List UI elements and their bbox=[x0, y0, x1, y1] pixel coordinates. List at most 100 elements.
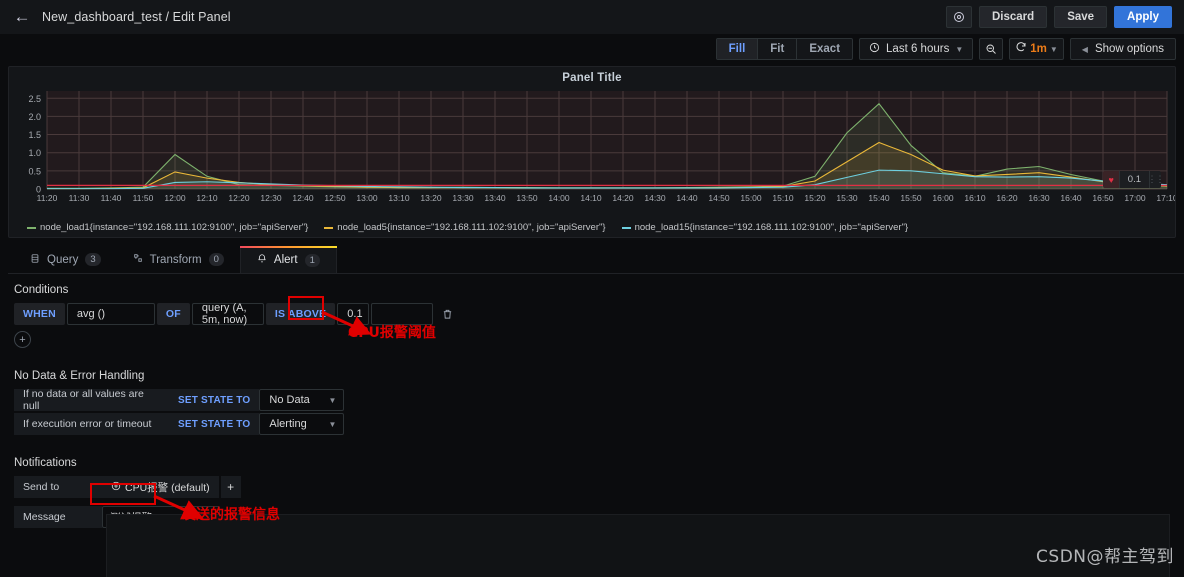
gear-icon[interactable] bbox=[946, 6, 972, 28]
svg-text:16:00: 16:00 bbox=[932, 193, 954, 203]
exec-error-row: If execution error or timeout SET STATE … bbox=[14, 413, 1170, 435]
database-icon bbox=[30, 253, 40, 267]
tab-query[interactable]: Query 3 bbox=[14, 246, 117, 273]
threshold-drag-grip[interactable]: ⋮⋮ bbox=[1148, 171, 1161, 188]
reducer-input[interactable]: avg () bbox=[66, 303, 155, 325]
send-to-label: Send to bbox=[14, 476, 102, 498]
svg-text:14:20: 14:20 bbox=[612, 193, 634, 203]
svg-text:14:50: 14:50 bbox=[708, 193, 730, 203]
svg-text:12:10: 12:10 bbox=[196, 193, 218, 203]
svg-text:15:30: 15:30 bbox=[836, 193, 858, 203]
clock-icon bbox=[869, 42, 880, 56]
svg-text:16:20: 16:20 bbox=[996, 193, 1018, 203]
query-input[interactable]: query (A, 5m, now) bbox=[191, 302, 264, 326]
no-data-handling-title: No Data & Error Handling bbox=[14, 370, 145, 382]
no-data-row: If no data or all values are null SET ST… bbox=[14, 388, 1170, 412]
svg-text:13:10: 13:10 bbox=[388, 193, 410, 203]
svg-text:15:10: 15:10 bbox=[772, 193, 794, 203]
fill-button[interactable]: Fill bbox=[716, 39, 759, 59]
size-mode-segment: Fill Fit Exact bbox=[715, 38, 854, 60]
no-data-state-select[interactable]: No Data ▼ bbox=[259, 389, 345, 411]
discard-button[interactable]: Discard bbox=[979, 6, 1048, 28]
time-range-picker[interactable]: Last 6 hours ▼ bbox=[859, 38, 974, 60]
exec-error-label: If execution error or timeout bbox=[14, 413, 169, 435]
svg-text:11:20: 11:20 bbox=[37, 193, 58, 203]
exec-error-state-value: Alerting bbox=[269, 418, 307, 430]
legend-color-swatch bbox=[27, 226, 36, 229]
threshold-handle-value[interactable]: 0.1 bbox=[1118, 171, 1149, 188]
chart-svg: 00.51.01.52.02.511:20 11:30 11:40 11:50 12:0… bbox=[28, 91, 1178, 203]
notification-channel-chip[interactable]: CPU报警 (default) bbox=[102, 476, 219, 498]
send-to-row: Send to CPU报警 (default) + bbox=[14, 476, 1170, 498]
chevron-down-icon: ▼ bbox=[328, 395, 337, 405]
refresh-control[interactable]: 1m ▼ bbox=[1009, 38, 1064, 60]
bell-outline-icon bbox=[111, 481, 121, 494]
exact-button[interactable]: Exact bbox=[797, 39, 852, 59]
message-label: Message bbox=[14, 506, 102, 528]
legend-color-swatch bbox=[621, 226, 631, 229]
panel-toolbar: Fill Fit Exact Last 6 hours ▼ 1m ▼ ◀ Sho… bbox=[0, 34, 1184, 64]
conditions-title: Conditions bbox=[14, 284, 69, 296]
tab-alert[interactable]: Alert 1 bbox=[239, 246, 337, 273]
legend-label: node_load15{instance="192.168.111.102:91… bbox=[634, 222, 909, 233]
svg-text:12:30: 12:30 bbox=[260, 193, 282, 203]
svg-text:2.5: 2.5 bbox=[28, 94, 41, 104]
message-textarea[interactable] bbox=[106, 514, 1170, 577]
evaluator-label[interactable]: IS ABOVE bbox=[265, 303, 336, 325]
tab-alert-count: 1 bbox=[304, 253, 320, 267]
svg-text:12:40: 12:40 bbox=[292, 193, 314, 203]
svg-text:14:10: 14:10 bbox=[580, 193, 602, 203]
svg-text:13:50: 13:50 bbox=[516, 193, 538, 203]
svg-text:17:10: 17:10 bbox=[1156, 193, 1175, 203]
notifications-block: Send to CPU报警 (default) + Message 测试报警 bbox=[14, 476, 1170, 577]
when-label: WHEN bbox=[14, 303, 65, 325]
back-arrow-icon[interactable]: ← bbox=[8, 3, 36, 31]
exec-error-set-state-label: SET STATE TO bbox=[169, 413, 260, 435]
chevron-left-icon: ◀ bbox=[1081, 44, 1088, 54]
chart-plot-area[interactable]: 0 0.5 1.0 1.5 2.0 2.5 11:20 11:30 11:40 11:50 12:0… bbox=[9, 85, 1178, 207]
threshold-second-input[interactable] bbox=[371, 303, 434, 325]
svg-text:14:30: 14:30 bbox=[644, 193, 666, 203]
chart-legend: node_load1{instance="192.168.111.102:910… bbox=[9, 222, 1175, 233]
condition-row: WHEN avg () OF query (A, 5m, now) IS ABO… bbox=[14, 302, 1170, 326]
svg-text:1.5: 1.5 bbox=[28, 130, 41, 140]
show-options-button[interactable]: ◀ Show options bbox=[1069, 38, 1176, 60]
tab-query-label: Query bbox=[47, 253, 79, 266]
svg-text:16:30: 16:30 bbox=[1028, 193, 1050, 203]
save-button[interactable]: Save bbox=[1054, 6, 1108, 28]
legend-item[interactable]: node_load5{instance="192.168.111.102:910… bbox=[324, 222, 606, 233]
svg-text:1.0: 1.0 bbox=[28, 148, 41, 158]
threshold-input[interactable]: 0.1 bbox=[337, 303, 370, 325]
bell-icon bbox=[257, 253, 267, 267]
svg-text:16:40: 16:40 bbox=[1060, 193, 1082, 203]
apply-button[interactable]: Apply bbox=[1114, 6, 1172, 28]
svg-text:15:50: 15:50 bbox=[900, 193, 922, 203]
show-options-label: Show options bbox=[1094, 43, 1164, 55]
svg-text:16:10: 16:10 bbox=[964, 193, 986, 203]
legend-item[interactable]: node_load1{instance="192.168.111.102:910… bbox=[27, 222, 308, 233]
svg-text:0.5: 0.5 bbox=[28, 166, 41, 176]
threshold-handle[interactable]: ♥ 0.1 ⋮⋮ bbox=[1103, 171, 1161, 188]
tab-transform[interactable]: Transform 0 bbox=[117, 246, 240, 273]
trash-icon[interactable] bbox=[435, 303, 459, 325]
svg-text:12:20: 12:20 bbox=[228, 193, 250, 203]
alert-editor: Conditions WHEN avg () OF query (A, 5m, … bbox=[0, 274, 1184, 577]
legend-item[interactable]: node_load15{instance="192.168.111.102:91… bbox=[621, 222, 909, 233]
svg-text:15:00: 15:00 bbox=[740, 193, 762, 203]
exec-error-state-select[interactable]: Alerting ▼ bbox=[259, 413, 345, 435]
zoom-out-button[interactable] bbox=[979, 38, 1004, 60]
refresh-icon bbox=[1015, 40, 1027, 58]
editor-tabs: Query 3 Transform 0 Alert 1 bbox=[8, 246, 1184, 274]
alert-heart-icon: ♥ bbox=[1103, 171, 1119, 188]
add-channel-button[interactable]: + bbox=[220, 476, 241, 498]
time-range-label: Last 6 hours bbox=[886, 43, 950, 55]
chevron-down-icon: ▼ bbox=[328, 419, 337, 429]
no-data-label: If no data or all values are null bbox=[14, 388, 169, 412]
tab-query-count: 3 bbox=[85, 253, 101, 266]
add-condition-button[interactable]: + bbox=[14, 331, 31, 348]
svg-text:14:00: 14:00 bbox=[548, 193, 570, 203]
graph-panel: Panel Title 0 0.5 1.0 1.5 2.0 2.5 11:20 11:30 11… bbox=[8, 66, 1178, 238]
svg-text:13:30: 13:30 bbox=[452, 193, 474, 203]
tab-alert-label: Alert bbox=[273, 254, 298, 266]
fit-button[interactable]: Fit bbox=[758, 39, 798, 59]
